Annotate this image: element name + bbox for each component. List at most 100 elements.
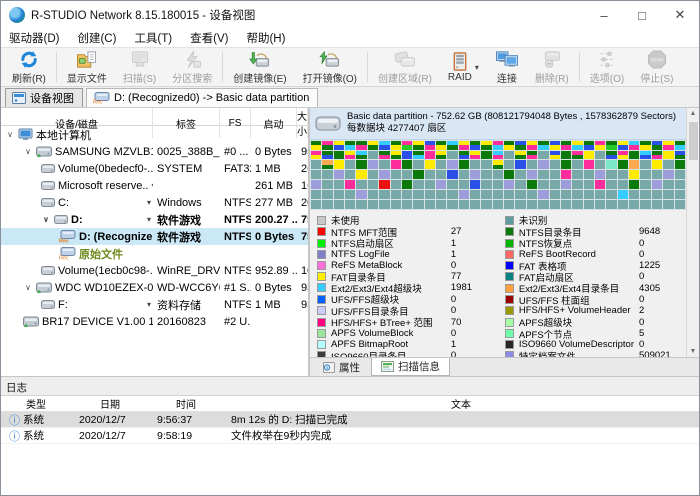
tab-device-view[interactable]: 设备视图 <box>5 88 83 107</box>
log-row[interactable]: ⓘ系统2020/12/79:56:378m 12s 的 D: 扫描已完成 <box>1 412 699 428</box>
scan-block <box>402 180 412 189</box>
options-button[interactable]: 选项(O) <box>582 49 632 85</box>
scan-block <box>675 151 685 160</box>
scan-block <box>493 190 503 199</box>
legend-swatch <box>505 239 514 248</box>
tree-row[interactable]: Rec原始文件 <box>1 245 308 262</box>
legend-swatch <box>317 227 326 236</box>
menu-view[interactable]: 查看(V) <box>190 30 228 46</box>
tree-row[interactable]: BR17 DEVICE V1.00 1....20160823#2 U... <box>1 313 308 330</box>
raid-button[interactable]: RAID ▾ <box>440 49 487 85</box>
scan-button[interactable]: 扫描(S) <box>115 49 164 85</box>
scan-block <box>493 200 503 209</box>
menu-tools[interactable]: 工具(T) <box>134 30 172 46</box>
scroll-down-icon[interactable]: ▼ <box>690 348 697 355</box>
tree-row[interactable]: ∨D:▾软件游戏NTFS200.27 ...752.62 ... <box>1 211 308 228</box>
tab-properties[interactable]: 属性 <box>314 358 369 376</box>
scan-block <box>572 190 582 199</box>
boot-cell: 200.27 ... <box>251 211 297 228</box>
remove-button[interactable]: 删除(R) <box>527 49 577 85</box>
scan-block <box>311 141 321 150</box>
scan-block-map[interactable] <box>310 140 686 210</box>
scan-block <box>515 151 525 160</box>
tree-row[interactable]: ∨WDC WD10EZEX-08W...WD-WCC6Y6...#1 S...0… <box>1 279 308 296</box>
scan-block <box>436 190 446 199</box>
size-cell: 752.62 ... <box>297 211 308 228</box>
expand-chevron-icon[interactable]: ∨ <box>41 215 51 224</box>
scan-block <box>322 141 332 150</box>
disk-icon <box>36 146 52 158</box>
expand-chevron-icon[interactable]: ∨ <box>5 130 15 139</box>
scan-block <box>640 151 650 160</box>
scan-block <box>538 141 548 150</box>
maximize-button[interactable]: □ <box>623 1 661 29</box>
legend-count: 2 <box>639 305 683 316</box>
tab-scan-info[interactable]: 扫描信息 <box>371 358 450 376</box>
scan-block <box>481 141 491 150</box>
scroll-thumb[interactable] <box>689 122 698 160</box>
menu-drives[interactable]: 驱动器(D) <box>9 30 59 46</box>
legend-swatch <box>317 239 326 248</box>
create-region-button[interactable]: 创建区域(R) <box>370 49 440 85</box>
scan-block <box>481 190 491 199</box>
scan-scrollbar[interactable]: ▲ ▼ <box>686 108 699 357</box>
raid-dropdown-caret[interactable]: ▾ <box>475 63 479 72</box>
tree-row[interactable]: Volume(0bedecf0-..▾SYSTEMFAT321 MB260 MB <box>1 160 308 177</box>
connect-button[interactable]: 连接 <box>487 49 527 85</box>
tree-row[interactable]: F:▾资料存储NTFS1 MB931.51 ... <box>1 296 308 313</box>
tree-row[interactable]: ∨SAMSUNG MZVLB1T0...0025_388B_9...#0 ...… <box>1 143 308 160</box>
create-image-button[interactable]: 创建镜像(E) <box>225 49 294 85</box>
scan-block <box>322 200 332 209</box>
scan-block <box>436 170 446 179</box>
tree-row[interactable]: Microsoft reserve..▾261 MB16 MB <box>1 177 308 194</box>
tree-row[interactable]: C:▾WindowsNTFS277 MB200.00 ... <box>1 194 308 211</box>
scan-block <box>550 190 560 199</box>
part-icon <box>41 164 55 174</box>
minimize-button[interactable]: – <box>585 1 623 29</box>
scan-block <box>652 200 662 209</box>
scan-block <box>527 200 537 209</box>
refresh-button[interactable]: 刷新(R) <box>4 49 54 85</box>
scan-block <box>402 190 412 199</box>
scan-block <box>334 160 344 169</box>
fs-cell: NTFS <box>220 194 251 211</box>
tab-recognized-partition[interactable]: Rec D: (Recognized0) -> Basic data parti… <box>86 88 318 107</box>
scan-block <box>663 190 673 199</box>
legend-count: 0 <box>639 238 683 249</box>
expand-chevron-icon[interactable]: ∨ <box>23 147 33 156</box>
fs-cell: NTFS <box>220 296 251 313</box>
fs-cell <box>220 126 251 143</box>
scan-block <box>515 180 525 189</box>
tree-row[interactable]: Volume(1ecb0c98-..▾WinRE_DRVNTFS952.89 .… <box>1 262 308 279</box>
log-col-time: 时间 <box>149 396 223 411</box>
expand-chevron-icon[interactable]: ∨ <box>23 283 33 292</box>
stop-button[interactable]: STOP 停止(S) <box>632 49 681 85</box>
device-name: 本地计算机 <box>36 127 91 143</box>
open-image-button[interactable]: 打开镜像(O) <box>295 49 365 85</box>
scan-block <box>663 160 673 169</box>
tree-row[interactable]: RecD: (Recognize...软件游戏NTFS0 Bytes752.62… <box>1 228 308 245</box>
menu-help[interactable]: 帮助(H) <box>246 30 285 46</box>
scan-block <box>356 151 366 160</box>
scan-block <box>391 160 401 169</box>
scan-block <box>425 151 435 160</box>
scan-block <box>356 170 366 179</box>
legend-swatch <box>505 318 514 327</box>
boot-cell: 1 MB <box>251 160 297 177</box>
log-row[interactable]: ⓘ系统2020/12/79:58:19文件枚举在9秒内完成 <box>1 428 699 444</box>
log-col-text: 文本 <box>223 396 699 411</box>
partition-search-button[interactable]: 分区搜索 <box>164 49 220 85</box>
scan-block <box>527 190 537 199</box>
close-button[interactable]: ✕ <box>661 1 699 29</box>
scan-block <box>561 180 571 189</box>
show-files-button[interactable]: 显示文件 <box>59 49 115 85</box>
scroll-up-icon[interactable]: ▲ <box>690 110 697 117</box>
size-cell: 16 MB <box>297 177 308 194</box>
scan-block <box>334 190 344 199</box>
tree-row[interactable]: ∨ 本地计算机 <box>1 126 308 143</box>
scan-block <box>334 170 344 179</box>
scan-block <box>356 190 366 199</box>
create-region-icon <box>393 50 417 69</box>
legend-count: 1 <box>451 249 495 260</box>
menu-create[interactable]: 创建(C) <box>77 30 116 46</box>
